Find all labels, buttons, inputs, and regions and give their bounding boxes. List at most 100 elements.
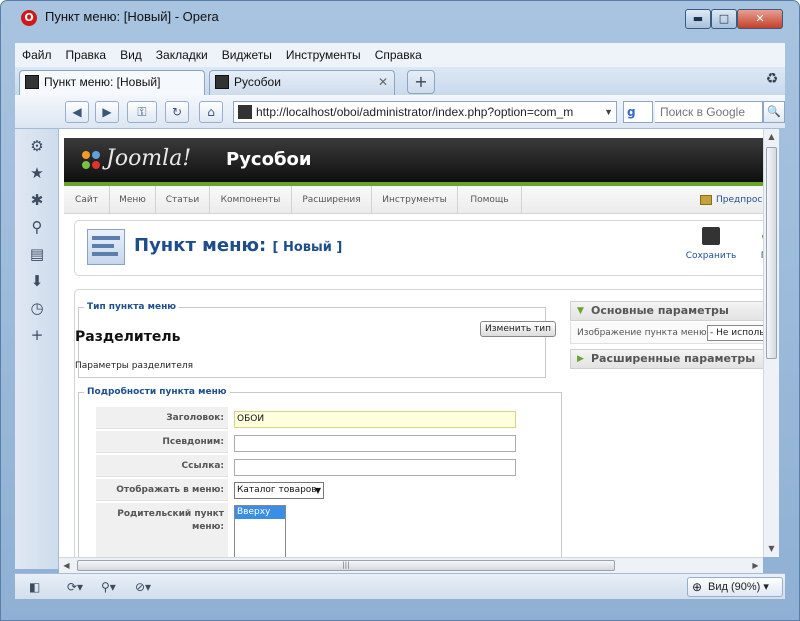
title-input[interactable]: ОБОИ: [234, 411, 516, 428]
joomla-favicon-icon: [25, 75, 39, 89]
parent-item-option-top[interactable]: Вверху: [235, 506, 285, 519]
admin-menu-extensions[interactable]: Расширения: [292, 186, 372, 214]
toolbar-box: Пункт меню: [ Новый ] Сохранить ✔ Пр: [74, 220, 763, 276]
form-row-display-in: Отображать в меню: Каталог товаров ▼: [96, 479, 562, 501]
horizontal-scroll-thumb[interactable]: |||: [77, 560, 615, 571]
page-viewport: Joomla! Русобои Сайт Меню Статьи Компоне…: [59, 129, 763, 557]
sync-icon[interactable]: ⟳▾: [67, 579, 83, 595]
zoom-control[interactable]: ⊕ Вид (90%) ▾: [687, 577, 783, 597]
menu-bookmarks[interactable]: Закладки: [149, 43, 215, 67]
address-bar[interactable]: http://localhost/oboi/administrator/inde…: [233, 101, 617, 123]
admin-menu-site[interactable]: Сайт: [64, 186, 110, 214]
tab-label: Пункт меню: [Новый]: [44, 75, 161, 89]
admin-menu-help[interactable]: Помощь: [458, 186, 522, 214]
floppy-disk-icon: [702, 227, 720, 245]
add-panel-icon[interactable]: +: [27, 325, 47, 345]
search-icon[interactable]: 🔍: [763, 101, 785, 123]
notes-icon[interactable]: ▤: [27, 244, 47, 264]
tab-bar: Пункт меню: [Новый] Русобои ✕ + ♻: [15, 67, 785, 95]
downloads-icon[interactable]: ⬇: [27, 271, 47, 291]
advanced-params-header[interactable]: ▶ Расширенные параметры: [570, 349, 763, 369]
turbo-icon[interactable]: ⊘▾: [135, 579, 151, 595]
zoom-dropdown-icon: ▾: [763, 581, 769, 593]
reload-button[interactable]: ↻: [165, 101, 189, 123]
links-icon[interactable]: ⚲: [27, 217, 47, 237]
close-button[interactable]: ✕: [737, 9, 783, 29]
zoom-icon: ⊕: [692, 580, 703, 594]
scroll-down-icon[interactable]: ▼: [764, 541, 779, 556]
new-tab-button[interactable]: +: [407, 70, 435, 94]
alias-label: Псевдоним:: [96, 431, 228, 453]
joomla-favicon-icon: [238, 105, 252, 119]
navigation-bar: ◀ ▶ ⚿ ↻ ⌂ http://localhost/oboi/administ…: [15, 95, 785, 129]
panel-toggle-icon[interactable]: ◧: [29, 579, 40, 595]
unite-icon[interactable]: ⚲▾: [101, 579, 116, 595]
admin-menu-tools[interactable]: Инструменты: [372, 186, 458, 214]
vertical-scroll-thumb[interactable]: [766, 147, 777, 359]
alias-input[interactable]: [234, 435, 516, 452]
change-type-button[interactable]: Изменить тип: [480, 321, 556, 337]
parent-item-label: Родительский пункт меню:: [96, 503, 228, 557]
admin-menu-articles[interactable]: Статьи: [156, 186, 210, 214]
trash-icon[interactable]: ♻: [763, 71, 781, 91]
form-row-link: Ссылка:: [96, 455, 562, 477]
tab-rusoboi[interactable]: Русобои ✕: [209, 70, 395, 95]
checkmark-icon: ✔: [747, 227, 763, 245]
scroll-up-icon[interactable]: ▲: [764, 129, 779, 144]
apply-button[interactable]: ✔ Пр: [747, 227, 763, 261]
vertical-scrollbar[interactable]: ▲ ▼: [763, 129, 779, 557]
menu-edit[interactable]: Правка: [59, 43, 114, 67]
search-engine-selector[interactable]: g: [623, 101, 653, 123]
forward-button[interactable]: ▶: [95, 101, 119, 123]
status-bar: ◧ ⟳▾ ⚲▾ ⊘▾ ⊕ Вид (90%) ▾: [15, 573, 785, 599]
history-icon[interactable]: ◷: [27, 298, 47, 318]
admin-menu-menus[interactable]: Меню: [110, 186, 156, 214]
menu-view[interactable]: Вид: [113, 43, 149, 67]
title-label: Заголовок:: [96, 407, 228, 429]
form-row-title: Заголовок: ОБОИ: [96, 407, 562, 429]
menu-image-select[interactable]: - Не использова: [707, 325, 763, 341]
scroll-left-icon[interactable]: ◀: [59, 558, 74, 573]
title-bar[interactable]: O Пункт меню: [Новый] - Opera ▬ □ ✕: [1, 1, 799, 39]
home-button[interactable]: ⌂: [199, 101, 223, 123]
display-in-select[interactable]: Каталог товаров ▼: [234, 482, 324, 499]
maximize-button[interactable]: □: [711, 9, 737, 29]
params-panel: ▼ Основные параметры Изображение пункта …: [570, 301, 763, 369]
wand-key-icon[interactable]: ⚿: [127, 101, 157, 123]
menu-tools[interactable]: Инструменты: [279, 43, 368, 67]
preview-link[interactable]: Предпросм: [700, 186, 763, 214]
minimize-button[interactable]: ▬: [685, 9, 711, 29]
menu-item-type-name: Разделитель: [75, 329, 181, 345]
basic-params-header[interactable]: ▼ Основные параметры: [570, 301, 763, 321]
basic-params-title: Основные параметры: [591, 304, 729, 317]
scroll-right-icon[interactable]: ▶: [748, 558, 763, 573]
link-input[interactable]: [234, 459, 516, 476]
widgets-icon[interactable]: ✱: [27, 190, 47, 210]
menu-widgets[interactable]: Виджеты: [215, 43, 279, 67]
admin-menu-components[interactable]: Компоненты: [210, 186, 292, 214]
address-dropdown-icon[interactable]: ▼: [604, 102, 613, 122]
address-text: http://localhost/oboi/administrator/inde…: [256, 105, 574, 119]
joomla-logo-icon: [82, 151, 100, 169]
speed-dial-icon[interactable]: ⚙: [27, 136, 47, 156]
menu-file[interactable]: Файл: [15, 43, 59, 67]
horizontal-scrollbar[interactable]: ◀ ||| ▶: [59, 557, 763, 573]
side-panel-bar: ⚙ ★ ✱ ⚲ ▤ ⬇ ◷ +: [15, 129, 59, 569]
tab-label: Русобои: [234, 75, 281, 89]
menu-item-page-icon: [87, 229, 125, 265]
save-button[interactable]: Сохранить: [683, 227, 739, 261]
collapsed-arrow-icon: ▶: [577, 354, 584, 364]
expanded-arrow-icon: ▼: [577, 306, 584, 316]
parent-item-list[interactable]: Вверху: [234, 505, 286, 557]
admin-menu: Сайт Меню Статьи Компоненты Расширения И…: [64, 186, 763, 214]
search-input[interactable]: [655, 101, 763, 123]
separator-params-text: Параметры разделителя: [75, 361, 194, 371]
menu-help[interactable]: Справка: [368, 43, 429, 67]
tab-menu-item-new[interactable]: Пункт меню: [Новый]: [19, 70, 205, 95]
menu-image-label: Изображение пункта меню: [577, 328, 707, 338]
preview-label: Предпросм: [716, 195, 763, 205]
bookmarks-icon[interactable]: ★: [27, 163, 47, 183]
browser-window: O Пункт меню: [Новый] - Opera ▬ □ ✕ Файл…: [0, 0, 800, 621]
back-button[interactable]: ◀: [65, 101, 89, 123]
tab-close-icon[interactable]: ✕: [378, 71, 388, 94]
